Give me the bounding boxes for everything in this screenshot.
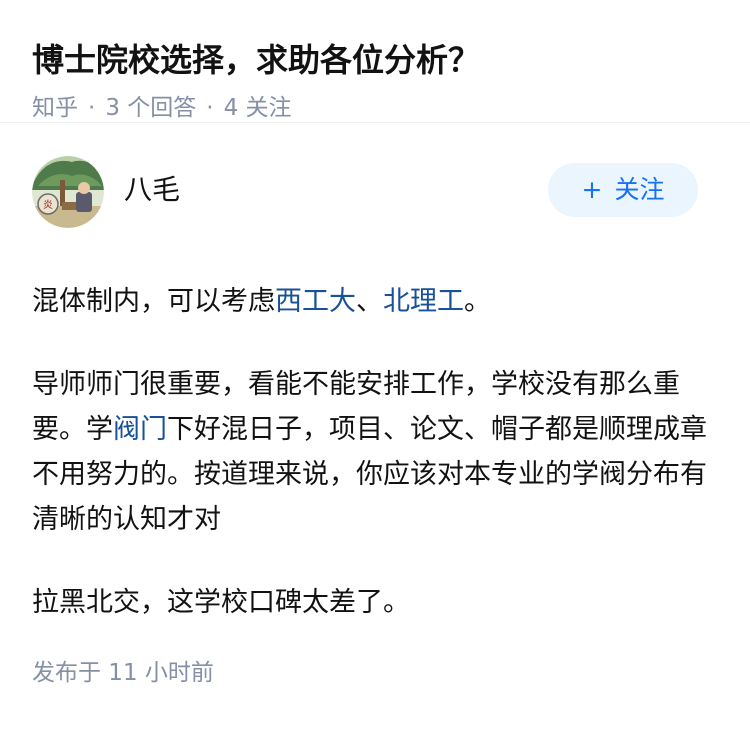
zhihu-question-page: 博士院校选择，求助各位分析？ 知乎 · 3 个回答 · 4 关注 炎 八毛 + … — [0, 0, 750, 746]
follow-button[interactable]: + 关注 — [548, 163, 698, 217]
answer-card: 炎 八毛 + 关注 混体制内，可以考虑西工大、北理工。 导师师门很重要，看能不能安… — [0, 123, 750, 689]
paragraph: 拉黑北交，这学校口碑太差了。 — [32, 580, 718, 625]
question-meta: 知乎 · 3 个回答 · 4 关注 — [32, 92, 718, 124]
link-xi-gong-da[interactable]: 西工大 — [275, 286, 356, 317]
text-span: 。 — [464, 286, 491, 317]
follow-button-label: 关注 — [614, 175, 665, 204]
plus-icon: + — [581, 175, 603, 204]
svg-text:炎: 炎 — [43, 199, 53, 211]
paragraph: 导师师门很重要，看能不能安排工作，学校没有那么重要。学阀门下好混日子，项目、论文… — [32, 362, 718, 542]
separator-dot: · — [88, 95, 96, 121]
author-row: 炎 八毛 + 关注 — [32, 123, 718, 251]
avatar-image: 炎 — [32, 156, 104, 228]
author-name[interactable]: 八毛 — [124, 171, 180, 209]
paragraph: 混体制内，可以考虑西工大、北理工。 — [32, 279, 718, 324]
author-avatar[interactable]: 炎 — [32, 156, 104, 228]
text-span: 混体制内，可以考虑 — [32, 286, 275, 317]
follower-count[interactable]: 4 关注 — [224, 95, 292, 121]
publish-time[interactable]: 发布于 11 小时前 — [32, 657, 718, 689]
link-bei-li-gong[interactable]: 北理工 — [383, 286, 464, 317]
source-label[interactable]: 知乎 — [32, 95, 78, 121]
answer-content: 混体制内，可以考虑西工大、北理工。 导师师门很重要，看能不能安排工作，学校没有那… — [32, 279, 718, 625]
question-title[interactable]: 博士院校选择，求助各位分析？ — [32, 38, 718, 82]
question-header: 博士院校选择，求助各位分析？ 知乎 · 3 个回答 · 4 关注 — [0, 0, 750, 123]
link-fa-men[interactable]: 阀门 — [113, 414, 167, 445]
answer-count[interactable]: 3 个回答 — [105, 95, 196, 121]
text-span: 拉黑北交，这学校口碑太差了。 — [32, 587, 410, 618]
text-span: 、 — [356, 286, 383, 317]
separator-dot: · — [206, 95, 214, 121]
